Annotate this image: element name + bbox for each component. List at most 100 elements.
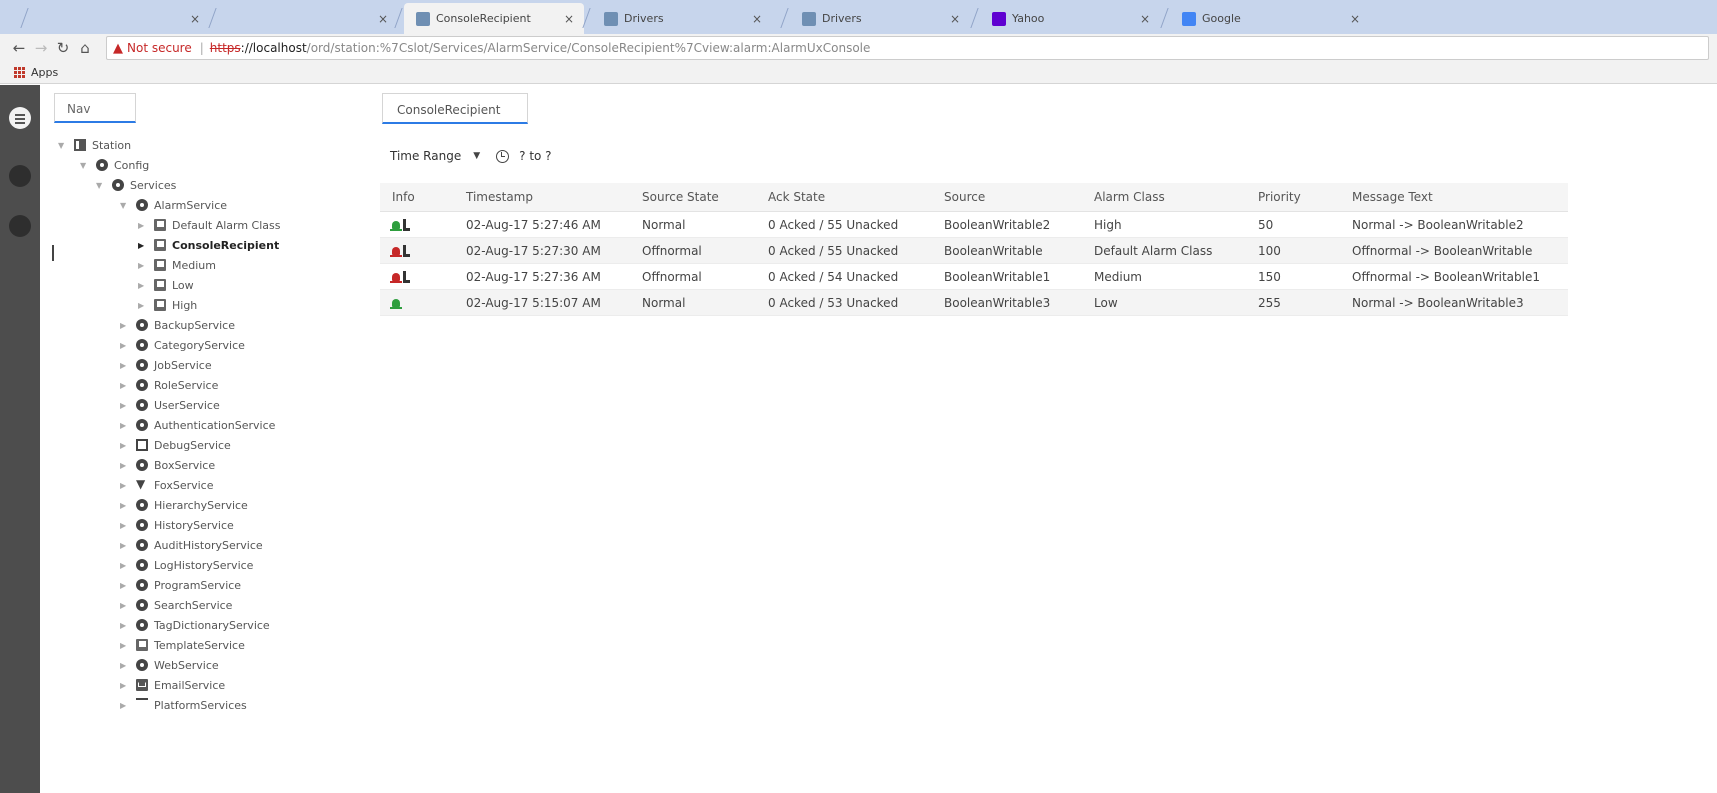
expand-right-icon[interactable]: ▶ [120,701,130,710]
not-secure-label[interactable]: Not secure [127,41,192,55]
tree-node[interactable]: ▶ UserService [120,395,220,415]
expand-right-icon[interactable]: ▶ [120,541,130,550]
close-icon[interactable]: × [950,12,960,26]
browser-tab[interactable]: Drivers × [592,3,772,34]
tree-node[interactable]: ▶ EmailService [120,675,225,695]
tree-node[interactable]: ▶ LogHistoryService [120,555,253,575]
browser-tab[interactable]: × [30,3,210,34]
dropdown-arrow-icon[interactable]: ▼ [473,151,480,161]
tree-node[interactable]: ▶ ConsoleRecipient [138,235,279,255]
tree-node[interactable]: ▶ TagDictionaryService [120,615,270,635]
tree-node[interactable]: ▶ AuthenticationService [120,415,275,435]
column-header[interactable]: Alarm Class [1094,183,1258,212]
table-row[interactable]: 02-Aug-17 5:27:46 AM Normal 0 Acked / 55 U… [380,211,1568,238]
tree-node[interactable]: ▼ Services [96,175,176,195]
close-icon[interactable]: × [190,12,200,26]
menu-icon[interactable] [9,107,31,129]
tree-node[interactable]: ▶ Default Alarm Class [138,215,281,235]
close-icon[interactable]: × [1140,12,1150,26]
back-icon[interactable]: ← [8,39,30,57]
time-range-select[interactable]: Time Range [390,149,461,163]
expand-right-icon[interactable]: ▶ [120,341,130,350]
expand-right-icon[interactable]: ▶ [120,501,130,510]
browser-tab[interactable]: × [218,3,398,34]
expand-right-icon[interactable]: ▶ [120,321,130,330]
expand-right-icon[interactable]: ▶ [120,481,130,490]
tree-node[interactable]: ▶ PlatformServices [120,695,247,715]
search-icon[interactable] [9,165,31,187]
expand-right-icon[interactable]: ▶ [120,581,130,590]
expand-down-icon[interactable]: ▼ [58,141,68,150]
column-header[interactable]: Info [380,183,466,212]
tab-console-recipient[interactable]: ConsoleRecipient [382,93,528,124]
browser-tab[interactable]: Yahoo × [980,3,1160,34]
column-header[interactable]: Timestamp [466,183,642,212]
tree-node[interactable]: ▶ TemplateService [120,635,245,655]
tree-node[interactable]: ▶ WebService [120,655,219,675]
column-header[interactable]: Source State [642,183,768,212]
tree-node[interactable]: ▶ HierarchyService [120,495,248,515]
table-row[interactable]: 02-Aug-17 5:27:30 AM Offnormal 0 Acked / 5… [380,237,1568,264]
expand-right-icon[interactable]: ▶ [120,461,130,470]
tree-node[interactable]: ▶ RoleService [120,375,218,395]
expand-right-icon[interactable]: ▶ [138,281,148,290]
tree-node[interactable]: ▼ AlarmService [120,195,227,215]
column-header[interactable]: Message Text [1352,183,1568,212]
expand-down-icon[interactable]: ▼ [80,161,90,170]
tree-node[interactable]: ▶ High [138,295,197,315]
tree-node[interactable]: ▶ HistoryService [120,515,234,535]
apps-bookmark[interactable]: Apps [31,66,58,79]
clock-icon[interactable] [496,149,510,163]
table-row[interactable]: 02-Aug-17 5:15:07 AM Normal 0 Acked / 53 U… [380,289,1568,316]
column-header[interactable]: Ack State [768,183,944,212]
tools-icon[interactable] [9,215,31,237]
tab-nav[interactable]: Nav [54,93,136,123]
expand-right-icon[interactable]: ▶ [120,421,130,430]
expand-right-icon[interactable]: ▶ [138,241,148,250]
table-row[interactable]: 02-Aug-17 5:27:36 AM Offnormal 0 Acked / 5… [380,263,1568,290]
expand-right-icon[interactable]: ▶ [120,361,130,370]
tree-node[interactable]: ▶ Medium [138,255,216,275]
expand-down-icon[interactable]: ▼ [96,181,106,190]
tree-node[interactable]: ▶ DebugService [120,435,231,455]
close-icon[interactable]: × [752,12,762,26]
expand-right-icon[interactable]: ▶ [138,261,148,270]
tree-node[interactable]: ▶ AuditHistoryService [120,535,263,555]
expand-right-icon[interactable]: ▶ [120,621,130,630]
close-icon[interactable]: × [378,12,388,26]
expand-right-icon[interactable]: ▶ [120,521,130,530]
tree-node[interactable]: ▶ BackupService [120,315,235,335]
url-input[interactable]: ▲ Not secure | https ://localhost /ord/s… [106,36,1709,60]
tree-node[interactable]: ▶ FoxService [120,475,214,495]
expand-right-icon[interactable]: ▶ [138,301,148,310]
tree-node[interactable]: ▼ Config [80,155,149,175]
column-header[interactable]: Source [944,183,1094,212]
expand-down-icon[interactable]: ▼ [120,201,130,210]
expand-right-icon[interactable]: ▶ [138,221,148,230]
expand-right-icon[interactable]: ▶ [120,401,130,410]
browser-tab[interactable]: Google × [1170,3,1370,34]
expand-right-icon[interactable]: ▶ [120,561,130,570]
expand-right-icon[interactable]: ▶ [120,681,130,690]
close-icon[interactable]: × [564,12,574,26]
expand-right-icon[interactable]: ▶ [120,441,130,450]
browser-tab[interactable]: Drivers × [790,3,970,34]
tree-node[interactable]: ▶ BoxService [120,455,215,475]
expand-right-icon[interactable]: ▶ [120,381,130,390]
tree-node[interactable]: ▶ ProgramService [120,575,241,595]
tree-node[interactable]: ▶ JobService [120,355,212,375]
tree-node[interactable]: ▶ Low [138,275,194,295]
tree-node[interactable]: ▶ CategoryService [120,335,245,355]
expand-right-icon[interactable]: ▶ [120,661,130,670]
apps-icon[interactable] [14,67,25,78]
home-icon[interactable]: ⌂ [74,39,96,57]
expand-right-icon[interactable]: ▶ [120,601,130,610]
close-icon[interactable]: × [1350,12,1360,26]
column-header[interactable]: Priority [1258,183,1352,212]
browser-tab[interactable]: ConsoleRecipient × [404,3,584,34]
forward-icon[interactable]: → [30,39,52,57]
expand-right-icon[interactable]: ▶ [120,641,130,650]
tree-node[interactable]: ▼ Station [58,135,131,155]
reload-icon[interactable]: ↻ [52,39,74,57]
tree-node[interactable]: ▶ SearchService [120,595,232,615]
